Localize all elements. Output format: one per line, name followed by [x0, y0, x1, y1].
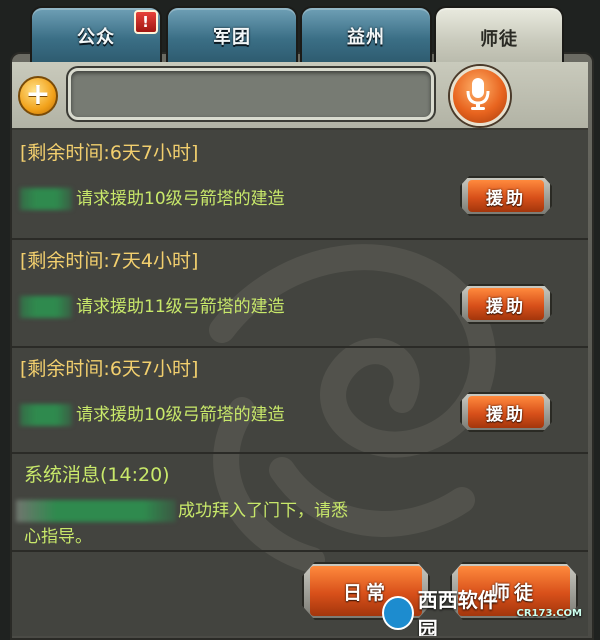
assist-button-label: 援助: [468, 288, 544, 320]
microphone-icon: [466, 78, 490, 110]
system-message: 系统消息(14:20) 成功拜入了门下，请悉 心指导。: [12, 452, 588, 552]
site-url: CR173.COM: [516, 607, 582, 619]
tab-yizhou[interactable]: 益州: [300, 6, 432, 66]
redacted-name: [20, 296, 72, 318]
message-text: 请求援助10级弓箭塔的建造: [20, 184, 285, 210]
assist-button-label: 援助: [468, 396, 544, 428]
message-list[interactable]: [剩余时间:6天7小时] 请求援助10级弓箭塔的建造 援助 [剩余时间:7天4小…: [12, 130, 588, 636]
list-item: [剩余时间:6天7小时] 请求援助10级弓箭塔的建造 援助: [12, 346, 588, 454]
site-brand: 西西软件园: [417, 588, 498, 636]
remaining-time: [剩余时间:7天4小时]: [20, 250, 199, 272]
redacted-name: [16, 500, 176, 522]
redacted-name: [20, 404, 72, 426]
assist-button[interactable]: 援助: [460, 176, 552, 216]
list-item: [剩余时间:7天4小时] 请求援助11级弓箭塔的建造 援助: [12, 238, 588, 348]
tab-mentor[interactable]: 师徒: [434, 6, 564, 68]
voice-button[interactable]: [450, 66, 510, 126]
tab-label: 益州: [347, 27, 385, 48]
tab-public[interactable]: 公众 !: [30, 6, 162, 66]
remaining-time: [剩余时间:6天7小时]: [20, 358, 199, 380]
system-message-text: 成功拜入了门下，请悉: [16, 496, 348, 522]
assist-button[interactable]: 援助: [460, 284, 552, 324]
site-watermark: 西西软件园 CR173.COM: [382, 588, 582, 636]
tab-label: 公众: [77, 27, 115, 48]
system-message-title: 系统消息(14:20): [24, 464, 170, 486]
message-text: 请求援助11级弓箭塔的建造: [20, 292, 285, 318]
add-button[interactable]: +: [18, 76, 58, 116]
redacted-name: [20, 188, 72, 210]
site-logo-icon: [382, 596, 414, 630]
tab-legion[interactable]: 军团: [166, 6, 298, 66]
tab-label: 军团: [213, 27, 251, 48]
plus-icon: +: [25, 77, 51, 112]
message-text: 请求援助10级弓箭塔的建造: [20, 400, 285, 426]
tab-label: 师徒: [480, 29, 518, 50]
list-item: [剩余时间:6天7小时] 请求援助10级弓箭塔的建造 援助: [12, 130, 588, 240]
system-message-text-continued: 心指导。: [24, 527, 92, 547]
alert-badge: !: [134, 10, 158, 34]
assist-button[interactable]: 援助: [460, 392, 552, 432]
assist-button-label: 援助: [468, 180, 544, 212]
chat-input[interactable]: [68, 68, 434, 120]
remaining-time: [剩余时间:6天7小时]: [20, 142, 199, 164]
input-bar: +: [12, 62, 588, 130]
